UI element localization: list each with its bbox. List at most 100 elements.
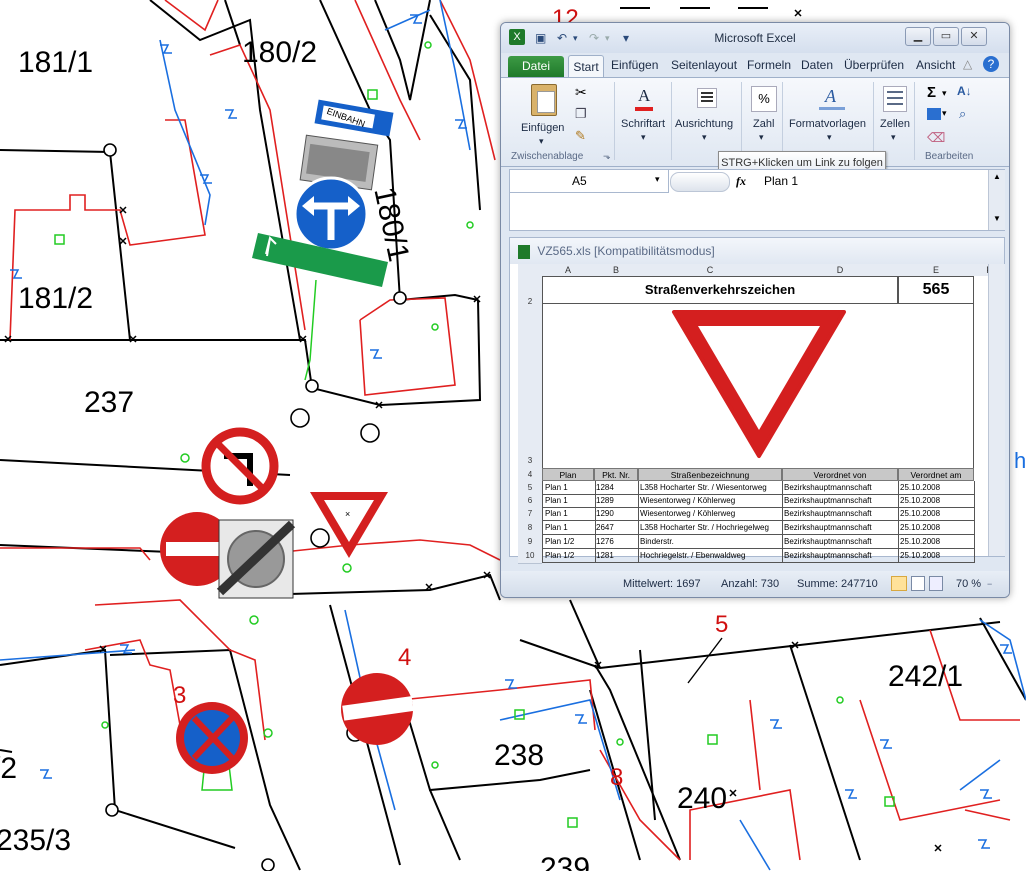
table-cell[interactable]: 25.10.2008 — [898, 521, 975, 535]
select-all-corner[interactable] — [518, 264, 543, 276]
row-header[interactable]: 9 — [518, 535, 542, 550]
table-cell[interactable]: Bezirkshauptmannschaft — [782, 481, 899, 495]
tab-ueberpruefen[interactable]: Überprüfen — [844, 58, 904, 72]
tab-formeln[interactable]: Formeln — [747, 58, 791, 72]
formula-bar-resize-handle[interactable] — [670, 172, 730, 192]
paste-dropdown-icon[interactable]: ▾ — [539, 136, 544, 147]
row-header[interactable]: 10 — [518, 549, 542, 564]
vertical-scrollbar[interactable] — [988, 264, 1005, 556]
cells-dropdown-icon[interactable]: ▾ — [891, 132, 896, 143]
styles-group-button[interactable]: Formatvorlagen — [789, 118, 866, 130]
row-header[interactable]: 2 — [518, 276, 542, 307]
table-cell[interactable]: 2647 — [594, 521, 639, 535]
format-painter-icon[interactable]: ✎ — [575, 128, 586, 144]
styles-dropdown-icon[interactable]: ▾ — [827, 132, 832, 143]
no-left-turn-sign-icon[interactable] — [201, 427, 279, 505]
table-cell[interactable]: Bezirkshauptmannschaft — [782, 535, 899, 549]
table-cell[interactable]: Bezirkshauptmannschaft — [782, 494, 899, 508]
table-cell[interactable]: Plan 1 — [542, 481, 596, 495]
table-cell[interactable]: 1290 — [594, 507, 639, 521]
row-header[interactable]: 4 — [518, 468, 542, 482]
alignment-group-button[interactable]: Ausrichtung — [675, 118, 733, 130]
zoom-out-icon[interactable]: − — [987, 579, 992, 589]
table-cell[interactable]: 1276 — [594, 535, 639, 549]
ribbon-collapse-icon[interactable]: △ — [963, 57, 972, 71]
title-bar[interactable]: X ▣ ↶ ▾ ↷ ▾ ▾ Microsoft Excel ▁ ▭ ✕ — [501, 23, 1009, 53]
font-color-icon[interactable]: A — [633, 86, 655, 112]
close-button[interactable]: ✕ — [961, 27, 987, 46]
name-box[interactable]: A5 ▾ — [510, 170, 669, 193]
column-header[interactable]: A — [542, 264, 595, 276]
number-group-button[interactable]: Zahl — [753, 118, 774, 130]
table-cell[interactable]: L358 Hocharter Str. / Hochriegelweg — [638, 521, 783, 535]
table-cell[interactable]: 25.10.2008 — [898, 507, 975, 521]
styles-icon[interactable]: A — [819, 86, 845, 112]
table-cell[interactable]: Bezirkshauptmannschaft — [782, 549, 899, 563]
font-group-button[interactable]: Schriftart — [621, 118, 665, 130]
name-box-dropdown-icon[interactable]: ▾ — [655, 174, 660, 185]
table-header-plan[interactable]: Plan — [542, 468, 594, 481]
workbook-window[interactable]: VZ565.xls [Kompatibilitätsmodus] A B C D… — [509, 237, 1005, 564]
table-cell[interactable]: Binderstr. — [638, 535, 783, 549]
page-layout-view-icon[interactable] — [911, 576, 925, 591]
column-header[interactable]: D — [782, 264, 899, 276]
clear-icon[interactable]: ⌫ — [927, 130, 945, 146]
table-header-ordered-on[interactable]: Verordnet am — [898, 468, 974, 481]
percent-icon[interactable]: % — [751, 86, 777, 112]
end-of-restriction-sign-icon[interactable] — [216, 519, 296, 599]
table-header-point[interactable]: Pkt. Nr. — [594, 468, 638, 481]
copy-icon[interactable]: ❐ — [575, 106, 587, 122]
one-way-sign-icon[interactable]: EINBAHN — [314, 99, 394, 137]
row-header[interactable]: 5 — [518, 481, 542, 495]
table-cell[interactable]: 1284 — [594, 481, 639, 495]
formula-bar[interactable]: A5 ▾ fx Plan 1 ▲ ▼ — [509, 169, 1005, 231]
sort-filter-icon[interactable]: A↓ — [957, 84, 972, 98]
tab-daten[interactable]: Daten — [801, 58, 833, 72]
zoom-level[interactable]: 70 % — [956, 578, 981, 590]
number-dropdown-icon[interactable]: ▾ — [759, 132, 764, 143]
table-cell[interactable]: Plan 1 — [542, 507, 596, 521]
table-cell[interactable]: Plan 1 — [542, 494, 596, 508]
table-cell[interactable]: 25.10.2008 — [898, 549, 975, 563]
table-cell[interactable]: 25.10.2008 — [898, 481, 975, 495]
cells-group-button[interactable]: Zellen — [880, 118, 910, 130]
alignment-dropdown-icon[interactable]: ▾ — [702, 132, 707, 143]
table-cell[interactable]: 25.10.2008 — [898, 494, 975, 508]
table-cell[interactable]: Wiesentorweg / Köhlerweg — [638, 494, 783, 508]
row-header[interactable]: 8 — [518, 521, 542, 536]
paste-icon[interactable] — [531, 84, 557, 116]
table-cell[interactable]: Plan 1/2 — [542, 535, 596, 549]
help-icon[interactable]: ? — [983, 56, 999, 72]
formula-input[interactable]: Plan 1 — [764, 174, 798, 188]
autosum-icon[interactable]: Σ — [927, 84, 936, 101]
minimize-button[interactable]: ▁ — [905, 27, 931, 46]
row-header[interactable]: 6 — [518, 494, 542, 508]
table-cell[interactable]: Wiesentorweg / Köhlerweg — [638, 507, 783, 521]
table-cell[interactable]: Bezirkshauptmannschaft — [782, 507, 899, 521]
table-cell[interactable]: Plan 1/2 — [542, 549, 596, 563]
table-cell[interactable]: Hochriegelstr. / Ebenwaldweg — [638, 549, 783, 563]
row-header[interactable]: 7 — [518, 507, 542, 522]
column-header[interactable]: E — [898, 264, 975, 276]
paste-button[interactable]: Einfügen — [521, 122, 564, 134]
table-cell[interactable]: 1281 — [594, 549, 639, 563]
table-header-ordered-by[interactable]: Verordnet von — [782, 468, 898, 481]
fill-icon[interactable] — [927, 108, 941, 120]
tab-einfuegen[interactable]: Einfügen — [611, 58, 658, 72]
sign-number-cell[interactable]: 565 — [898, 276, 974, 304]
sign-image-cell[interactable] — [542, 304, 974, 468]
find-select-icon[interactable]: ⌕ — [959, 106, 966, 122]
turn-left-or-right-sign-icon[interactable] — [293, 176, 369, 252]
table-cell[interactable]: 1289 — [594, 494, 639, 508]
table-cell[interactable]: L358 Hocharter Str. / Wiesentorweg — [638, 481, 783, 495]
normal-view-icon[interactable] — [891, 576, 907, 591]
no-entry-sign-icon-2[interactable] — [341, 673, 414, 745]
column-header[interactable]: B — [594, 264, 639, 276]
row-header[interactable]: 3 — [518, 306, 542, 469]
font-dropdown-icon[interactable]: ▾ — [641, 132, 646, 143]
table-cell[interactable]: Bezirkshauptmannschaft — [782, 521, 899, 535]
tab-ansicht[interactable]: Ansicht — [916, 58, 955, 72]
table-cell[interactable]: 25.10.2008 — [898, 535, 975, 549]
alignment-icon[interactable] — [697, 88, 717, 108]
tab-seitenlayout[interactable]: Seitenlayout — [671, 58, 737, 72]
